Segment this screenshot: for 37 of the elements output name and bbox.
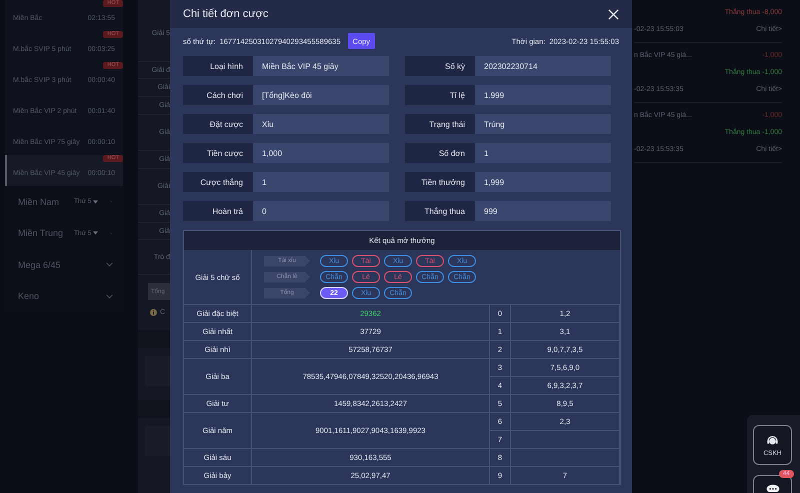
field-label: Loại hình xyxy=(183,56,253,76)
field-label: Số kỳ xyxy=(405,56,475,76)
field-value: Miền Bắc VIP 45 giây xyxy=(253,56,389,76)
headset-icon xyxy=(766,434,779,446)
field-label: Cách chơi xyxy=(183,85,253,105)
field-label: Cược thắng xyxy=(183,172,253,192)
field-label: Trạng thái xyxy=(405,114,475,134)
field-value: 1.999 xyxy=(475,85,611,105)
field-label: Tỉ lệ xyxy=(405,85,475,105)
field-value: 1 xyxy=(253,172,389,192)
info-icon xyxy=(150,309,157,316)
field-label: Tiền cược xyxy=(183,143,253,163)
field-value: 1,999 xyxy=(475,172,611,192)
field-label: Số đơn xyxy=(405,143,475,163)
chat-icon xyxy=(766,483,780,492)
group-title[interactable]: Mega 6/45 xyxy=(18,260,62,270)
field-value: 1 xyxy=(475,143,611,163)
field-value: Trúng xyxy=(475,114,611,134)
close-icon[interactable] xyxy=(608,8,619,20)
group-title[interactable]: Miền Trung xyxy=(18,228,62,238)
dialog-title: Chi tiết đơn cược xyxy=(183,8,268,20)
field-value: 999 xyxy=(475,201,611,221)
chevron-down-icon[interactable] xyxy=(106,294,113,299)
caret-icon xyxy=(93,231,98,236)
chevron-down-icon[interactable] xyxy=(106,262,113,268)
field-value: 202302230714 xyxy=(475,56,611,76)
group-title[interactable]: Keno xyxy=(18,291,62,302)
field-value: 1,000 xyxy=(253,143,389,163)
field-value: [Tổng]Kèo đôi xyxy=(253,85,389,105)
field-value: 0 xyxy=(253,201,389,221)
field-label: Hoàn trả xyxy=(183,201,253,221)
field-label: Đặt cược xyxy=(183,114,253,134)
field-label: Thắng thua xyxy=(405,201,475,221)
field-label: Tiền thưởng xyxy=(405,172,475,192)
caret-icon xyxy=(93,200,98,204)
group-title[interactable]: Miền Nam xyxy=(18,196,62,207)
field-value: Xỉu xyxy=(253,114,389,134)
